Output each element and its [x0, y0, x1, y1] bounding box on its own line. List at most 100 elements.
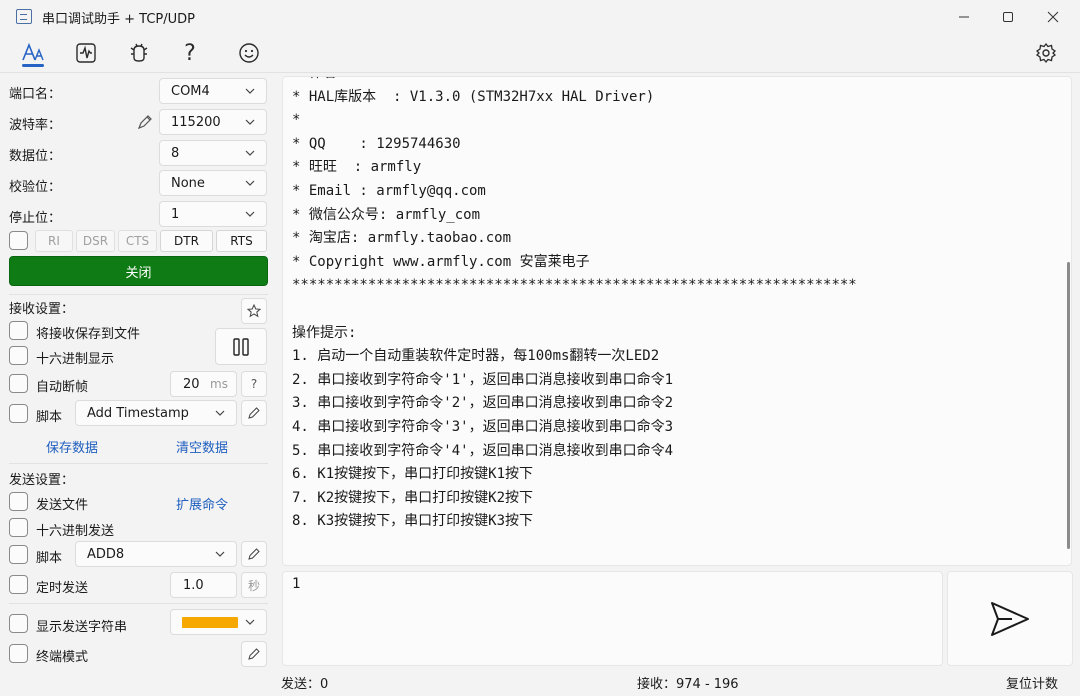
send-script-value: ADD8: [87, 546, 125, 562]
timed-send-input[interactable]: 1.0: [170, 572, 237, 598]
databits-label: 数据位：: [9, 149, 62, 164]
maximize-icon: [1003, 12, 1013, 22]
port-select[interactable]: COM4: [159, 78, 267, 104]
chevron-down-icon: [245, 619, 255, 625]
save-data-link[interactable]: 保存数据: [46, 437, 98, 456]
receive-line: * 旺旺 : armfly: [292, 159, 422, 176]
extend-command-link[interactable]: 扩展命令: [176, 494, 228, 513]
timed-send-checkbox[interactable]: [9, 575, 28, 594]
timed-send-value: 1.0: [183, 577, 204, 593]
receive-line: 2. 串口接收到字符命令'1'，返回串口消息接收到串口命令1: [292, 371, 673, 388]
hex-display-checkbox[interactable]: [9, 346, 28, 365]
save-to-file-checkbox[interactable]: [9, 321, 28, 340]
pen-icon[interactable]: [136, 113, 154, 135]
send-script-edit-button[interactable]: [241, 541, 267, 567]
minimize-icon: [959, 16, 969, 18]
receive-line: * HAL库版本 : V1.3.0 (STM32H7xx HAL Driver): [292, 88, 655, 105]
pause-button[interactable]: [215, 328, 267, 365]
auto-frame-input[interactable]: 20 ms: [170, 371, 237, 397]
minimize-button[interactable]: [941, 0, 987, 34]
close-port-button[interactable]: 关闭: [9, 256, 268, 286]
send-script-select[interactable]: ADD8: [75, 541, 237, 567]
show-send-string-checkbox[interactable]: [9, 614, 28, 633]
baud-value: 115200: [171, 114, 221, 130]
baud-select[interactable]: 115200: [159, 109, 267, 135]
edit-pen-icon: [248, 548, 260, 560]
stopbits-value: 1: [171, 206, 180, 222]
close-icon: [1047, 11, 1059, 23]
chevron-down-icon: [245, 88, 255, 94]
receive-text-area[interactable]: * 作者 * HAL库版本 : V1.3.0 (STM32H7xx HAL Dri…: [282, 76, 1072, 566]
receive-line: 6. K1按键按下，串口打印按键K1按下: [292, 466, 534, 483]
divider: [9, 294, 268, 295]
send-script-label: 脚本: [36, 551, 63, 566]
chevron-down-icon: [215, 410, 225, 416]
clear-data-link[interactable]: 清空数据: [176, 437, 228, 456]
reset-count-link[interactable]: 复位计数: [1006, 673, 1058, 692]
receive-script-label: 脚本: [36, 410, 63, 425]
hex-send-checkbox[interactable]: [9, 518, 28, 537]
terminal-mode-checkbox[interactable]: [9, 644, 28, 663]
baud-label: 波特率：: [9, 118, 62, 133]
receive-script-value: Add Timestamp: [87, 405, 189, 421]
receive-lines: * 作者 * HAL库版本 : V1.3.0 (STM32H7xx HAL Dri…: [292, 77, 857, 534]
auto-frame-help-button[interactable]: ?: [241, 371, 267, 397]
parity-label: 校验位：: [9, 180, 62, 195]
timed-send-label: 定时发送: [36, 581, 89, 596]
send-color-select[interactable]: [170, 609, 267, 635]
receive-line: 4. 串口接收到字符命令'3'，返回串口消息接收到串口命令3: [292, 418, 673, 435]
receive-line: [292, 298, 857, 322]
receive-line: * QQ : 1295744630: [292, 135, 461, 152]
signal-dsr[interactable]: DSR: [76, 230, 115, 252]
settings-gear-icon[interactable]: [1033, 40, 1059, 66]
receive-line: 操作提示:: [292, 324, 357, 341]
parity-select[interactable]: None: [159, 170, 267, 196]
databits-select[interactable]: 8: [159, 140, 267, 166]
parity-value: None: [171, 175, 205, 191]
stopbits-select[interactable]: 1: [159, 201, 267, 227]
help-icon[interactable]: ?: [177, 40, 203, 66]
send-input-value: 1: [292, 576, 301, 592]
signal-rts[interactable]: RTS: [216, 230, 267, 252]
send-script-checkbox[interactable]: [9, 545, 28, 564]
window-title: 串口调试助手 + TCP/UDP: [42, 12, 195, 27]
signal-cts[interactable]: CTS: [118, 230, 157, 252]
send-button[interactable]: [947, 571, 1073, 666]
favorite-button[interactable]: [241, 298, 267, 324]
send-settings-label: 发送设置：: [9, 473, 75, 488]
send-file-checkbox[interactable]: [9, 492, 28, 511]
show-send-string-label: 显示发送字符串: [36, 620, 128, 635]
receive-scrollbar[interactable]: [1067, 262, 1070, 549]
receive-script-edit-button[interactable]: [241, 400, 267, 426]
close-window-button[interactable]: [1030, 0, 1076, 34]
chevron-down-icon: [245, 119, 255, 125]
chevron-down-icon: [245, 211, 255, 217]
pause-icon: [233, 337, 249, 356]
auto-frame-checkbox[interactable]: [9, 374, 28, 393]
receive-line: 1. 启动一个自动重装软件定时器，每100ms翻转一次LED2: [292, 348, 660, 365]
signal-dtr[interactable]: DTR: [160, 230, 213, 252]
star-icon: [247, 304, 261, 318]
maximize-button[interactable]: [985, 0, 1031, 34]
smiley-icon[interactable]: [236, 40, 262, 66]
edit-pen-icon: [248, 407, 260, 419]
terminal-edit-button[interactable]: [241, 641, 267, 667]
receive-script-checkbox[interactable]: [9, 404, 28, 423]
divider: [9, 603, 268, 604]
hex-send-label: 十六进制发送: [36, 524, 115, 539]
port-value: COM4: [171, 83, 210, 99]
hex-display-label: 十六进制显示: [36, 352, 115, 367]
send-input-area[interactable]: [282, 571, 943, 666]
auto-frame-value: 20: [183, 376, 200, 392]
plugin-icon[interactable]: [126, 40, 152, 66]
received-count: 接收：974 - 196: [637, 677, 739, 692]
chevron-down-icon: [215, 551, 225, 557]
color-swatch: [182, 616, 238, 628]
font-style-icon[interactable]: [20, 40, 46, 66]
save-to-file-label: 将接收保存到文件: [36, 327, 141, 342]
receive-script-select[interactable]: Add Timestamp: [75, 400, 237, 426]
receive-settings-label: 接收设置：: [9, 302, 75, 317]
signals-checkbox[interactable]: [9, 231, 28, 250]
signal-ri[interactable]: RI: [35, 230, 73, 252]
waveform-icon[interactable]: [73, 40, 99, 66]
